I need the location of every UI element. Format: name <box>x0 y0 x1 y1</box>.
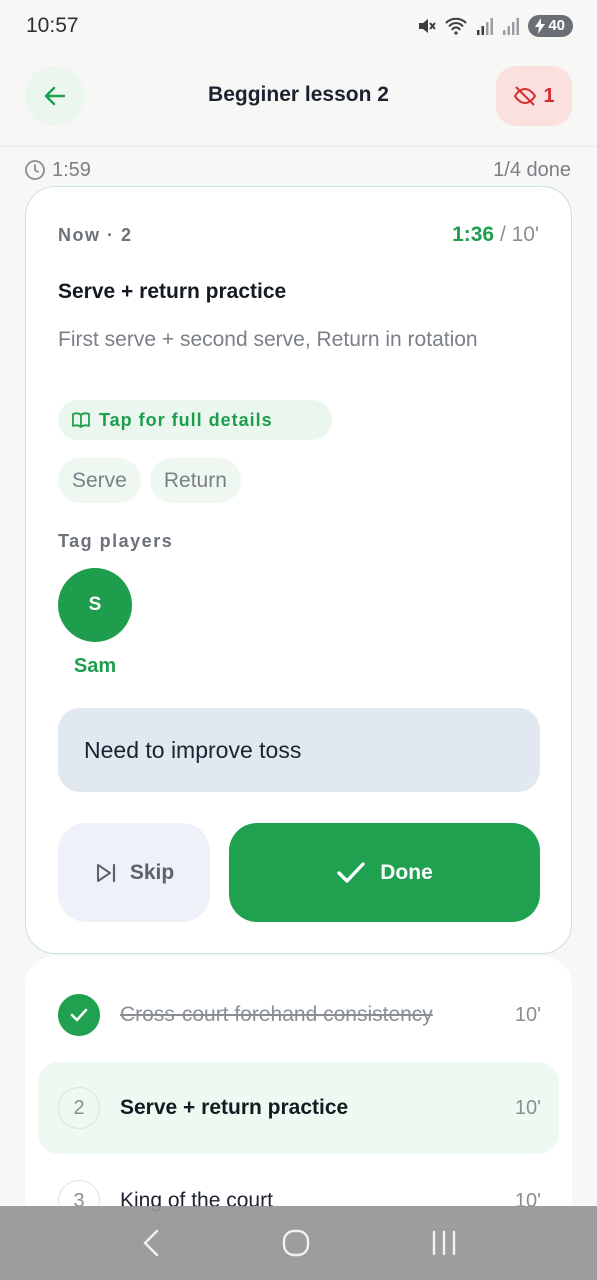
done-button[interactable]: Done <box>229 823 540 922</box>
drill-timer-elapsed: 1:36 <box>452 223 495 246</box>
eye-off-icon <box>514 86 537 106</box>
status-bar: 10:57 40 <box>0 0 597 52</box>
session-elapsed-time: 1:59 <box>52 158 91 181</box>
charging-icon <box>535 18 546 34</box>
session-elapsed: 1:59 <box>24 159 91 182</box>
session-progress: 1/4 done <box>493 158 571 181</box>
book-icon <box>72 412 90 428</box>
signal-icon <box>477 18 494 35</box>
done-label: Done <box>380 860 433 884</box>
player-name[interactable]: Sam <box>58 655 132 678</box>
now-label: Now · 2 <box>58 224 133 245</box>
note-field[interactable]: Need to improve toss <box>58 708 540 792</box>
drill-tags: Serve Return <box>58 458 241 503</box>
nav-back-icon[interactable] <box>140 1228 162 1258</box>
current-drill-card: Now · 2 1:36 / 10' Serve + return practi… <box>25 186 572 954</box>
skip-label: Skip <box>129 860 175 884</box>
full-details-button[interactable]: Tap for full details <box>58 400 332 440</box>
check-icon <box>70 1008 88 1022</box>
status-icons: 40 <box>416 15 573 37</box>
skip-button[interactable]: Skip <box>58 823 210 922</box>
drill-duration: 10' <box>514 1096 541 1119</box>
header-divider <box>0 146 597 147</box>
drill-number: 2 <box>58 1087 100 1129</box>
tag-players-label: Tag players <box>58 531 174 551</box>
hidden-items-button[interactable]: 1 <box>496 66 572 126</box>
tag-chip: Return <box>149 458 241 503</box>
drill-name: Cross-court forehand consistency <box>120 1003 433 1026</box>
now-row: Now · 2 1:36 / 10' <box>58 223 539 247</box>
nav-home-icon[interactable] <box>281 1228 311 1258</box>
battery-indicator: 40 <box>528 15 573 37</box>
drill-description: First serve + second serve, Return in ro… <box>58 328 478 351</box>
skip-icon <box>96 863 115 882</box>
check-icon <box>337 861 365 883</box>
session-timer-row: 1:59 1/4 done <box>24 156 571 184</box>
completed-check <box>58 994 100 1036</box>
header: Begginer lesson 2 1 <box>0 66 597 128</box>
status-time: 10:57 <box>26 14 79 37</box>
tag-chip: Serve <box>58 458 141 503</box>
drill-timer: 1:36 / 10' <box>452 223 539 247</box>
system-nav-bar <box>0 1206 597 1280</box>
drill-name: Serve + return practice <box>120 1096 349 1119</box>
wifi-icon <box>445 17 468 35</box>
drill-title: Serve + return practice <box>58 280 287 303</box>
drill-duration: 10' <box>514 1003 541 1026</box>
mute-icon <box>419 19 437 33</box>
signal-icon <box>503 18 520 35</box>
nav-recents-icon[interactable] <box>430 1228 458 1258</box>
list-item[interactable]: 2 Serve + return practice 10' <box>38 1062 559 1154</box>
drill-timer-total: / 10' <box>499 223 539 246</box>
clock-icon <box>25 160 45 180</box>
list-item[interactable]: Cross-court forehand consistency 10' <box>38 969 559 1061</box>
battery-level: 40 <box>548 17 565 34</box>
player-avatar[interactable]: S <box>58 568 132 642</box>
hidden-count: 1 <box>543 84 555 107</box>
full-details-label: Tap for full details <box>99 409 273 430</box>
